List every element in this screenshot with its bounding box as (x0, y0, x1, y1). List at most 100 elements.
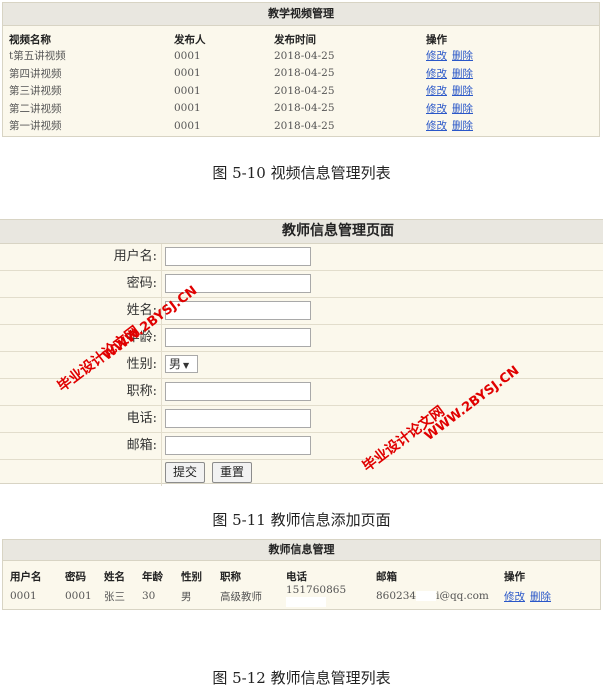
figure-caption: 图 5-10 视频信息管理列表 (212, 164, 391, 182)
table-row: 第三讲视频 0001 2018-04-25 修改 删除 (9, 82, 546, 100)
gender-label: 性别: (126, 357, 157, 372)
delete-link[interactable]: 删除 (452, 68, 473, 80)
phone-label: 电话: (126, 411, 157, 426)
video-actions: 修改 删除 (426, 82, 546, 100)
video-publisher: 0001 (174, 102, 201, 115)
video-actions: 修改 删除 (426, 100, 546, 118)
redaction (416, 591, 437, 601)
form-row-age: 年龄: (0, 325, 603, 352)
form-row-username: 用户名: (0, 244, 603, 271)
col-username: 用户名 (10, 570, 42, 583)
table-row: 0001 0001 张三 30 男 高级教师 151760865 860234 i… (10, 584, 564, 608)
figure-caption: 图 5-11 教师信息添加页面 (212, 511, 391, 529)
delete-link[interactable]: 删除 (452, 120, 473, 132)
teacher-table: 用户名 密码 姓名 年龄 性别 职称 电话 邮箱 操作 0001 0001 张三… (10, 568, 564, 608)
table-row: 第二讲视频 0001 2018-04-25 修改 删除 (9, 100, 546, 118)
video-publisher: 0001 (174, 67, 201, 80)
title-input[interactable] (165, 382, 311, 401)
delete-link[interactable]: 删除 (452, 50, 473, 62)
video-name: 第一讲视频 (9, 120, 62, 133)
form-row-password: 密码: (0, 271, 603, 298)
gender-value: 男 (169, 357, 182, 371)
divider (161, 325, 162, 351)
video-publisher: 0001 (174, 84, 201, 97)
col-publisher: 发布人 (174, 33, 206, 46)
teacher-email-start: 860234 (376, 590, 417, 602)
col-phone: 电话 (286, 570, 307, 583)
edit-link[interactable]: 修改 (426, 103, 447, 115)
video-name: t第五讲视频 (9, 50, 66, 63)
form-title: 教师信息管理页面 (0, 220, 603, 244)
form-row-actions: 提交 重置 (0, 460, 603, 486)
col-age: 年龄 (142, 570, 163, 583)
teacher-gender: 男 (181, 590, 192, 603)
password-label: 密码: (126, 276, 157, 291)
email-label: 邮箱: (126, 438, 157, 453)
divider (161, 271, 162, 297)
video-table: 视频名称 发布人 发布时间 操作 t第五讲视频 0001 2018-04-25 … (9, 31, 546, 135)
col-password: 密码 (65, 570, 86, 583)
teacher-name: 张三 (104, 590, 125, 603)
teacher-email-end: i@qq.com (436, 590, 489, 602)
teacher-actions: 修改 删除 (504, 584, 564, 608)
edit-link[interactable]: 修改 (426, 50, 447, 62)
age-input[interactable] (165, 328, 311, 347)
divider (161, 433, 162, 459)
video-name: 第三讲视频 (9, 85, 62, 98)
email-input[interactable] (165, 436, 311, 455)
col-actions: 操作 (426, 33, 447, 46)
video-name: 第二讲视频 (9, 102, 62, 115)
col-name: 姓名 (104, 570, 125, 583)
edit-link[interactable]: 修改 (426, 120, 447, 132)
col-gender: 性别 (181, 570, 202, 583)
divider (161, 352, 162, 378)
video-management-panel: 教学视频管理 视频名称 发布人 发布时间 操作 t第五讲视频 0001 2018… (2, 2, 600, 137)
video-date: 2018-04-25 (274, 49, 335, 62)
video-date: 2018-04-25 (274, 119, 335, 132)
form-row-name: 姓名: (0, 298, 603, 325)
divider (161, 244, 162, 270)
reset-button[interactable]: 重置 (212, 462, 252, 483)
figure-caption: 图 5-12 教师信息管理列表 (212, 669, 391, 687)
submit-button[interactable]: 提交 (165, 462, 205, 483)
table-row: 第一讲视频 0001 2018-04-25 修改 删除 (9, 117, 546, 135)
teacher-password: 0001 (65, 590, 92, 602)
teacher-phone: 151760865 (286, 584, 347, 596)
video-actions: 修改 删除 (426, 117, 546, 135)
username-input[interactable] (165, 247, 311, 266)
video-actions: 修改 删除 (426, 65, 546, 83)
col-video-name: 视频名称 (9, 33, 51, 46)
teacher-table-header: 用户名 密码 姓名 年龄 性别 职称 电话 邮箱 操作 (10, 568, 564, 584)
teacher-username: 0001 (10, 590, 37, 602)
phone-input[interactable] (165, 409, 311, 428)
col-email: 邮箱 (376, 570, 397, 583)
form-row-email: 邮箱: (0, 433, 603, 460)
video-actions: 修改 删除 (426, 47, 546, 65)
video-date: 2018-04-25 (274, 67, 335, 80)
video-publisher: 0001 (174, 119, 201, 132)
divider (161, 406, 162, 432)
divider (161, 379, 162, 405)
teacher-title: 高级教师 (220, 590, 262, 603)
delete-link[interactable]: 删除 (452, 103, 473, 115)
col-publish-time: 发布时间 (274, 33, 316, 46)
delete-link[interactable]: 删除 (530, 591, 551, 603)
teacher-email-cell: 860234 i@qq.com (376, 584, 504, 608)
chevron-down-icon: ▼ (183, 361, 190, 370)
username-label: 用户名: (113, 249, 157, 264)
teacher-management-panel: 教师信息管理 用户名 密码 姓名 年龄 性别 职称 电话 邮箱 操作 0001 … (2, 539, 601, 610)
gender-select[interactable]: 男 ▼ (165, 355, 198, 373)
delete-link[interactable]: 删除 (452, 85, 473, 97)
video-name: 第四讲视频 (9, 67, 62, 80)
edit-link[interactable]: 修改 (504, 591, 525, 603)
video-publisher: 0001 (174, 49, 201, 62)
col-actions: 操作 (504, 570, 525, 583)
form-row-title: 职称: (0, 379, 603, 406)
table-row: 第四讲视频 0001 2018-04-25 修改 删除 (9, 65, 546, 83)
divider (161, 460, 162, 486)
edit-link[interactable]: 修改 (426, 68, 447, 80)
edit-link[interactable]: 修改 (426, 85, 447, 97)
video-panel-title: 教学视频管理 (3, 3, 599, 26)
table-row: t第五讲视频 0001 2018-04-25 修改 删除 (9, 47, 546, 65)
video-table-header: 视频名称 发布人 发布时间 操作 (9, 31, 546, 47)
